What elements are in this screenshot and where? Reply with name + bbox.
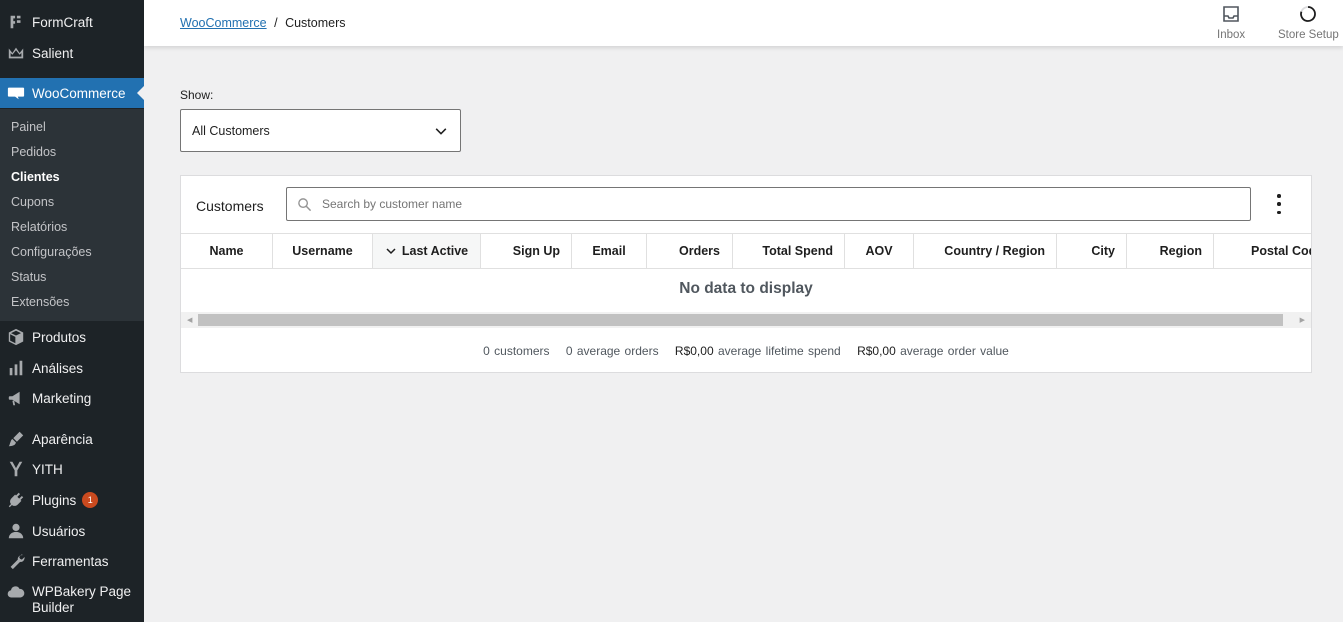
summary-order-value-label: average order value xyxy=(900,344,1009,358)
sort-descending-icon xyxy=(386,248,396,255)
breadcrumb-woocommerce-link[interactable]: WooCommerce xyxy=(180,16,267,30)
products-box-icon xyxy=(7,328,25,346)
table-header-row: Name Username Last Active Sign Up Email … xyxy=(181,233,1311,269)
formcraft-icon xyxy=(7,13,25,31)
column-header-sign-up[interactable]: Sign Up xyxy=(481,234,572,268)
submenu-item-cupons[interactable]: Cupons xyxy=(11,195,54,209)
search-icon xyxy=(298,197,312,211)
wrench-icon xyxy=(7,552,25,570)
scroll-right-arrow-icon[interactable]: ▶ xyxy=(1300,316,1305,324)
column-header-country-region[interactable]: Country / Region xyxy=(914,234,1057,268)
megaphone-icon xyxy=(7,389,25,407)
submenu-item-relatorios[interactable]: Relatórios xyxy=(11,220,67,234)
admin-sidebar: FormCraft Salient WooCommerce Painel Ped… xyxy=(0,0,144,622)
summary-lifetime-label: average lifetime spend xyxy=(717,344,841,358)
sidebar-item-analises[interactable]: Análises xyxy=(0,354,144,382)
customers-table-card: Customers Name Username Last Active Sign… xyxy=(180,175,1312,373)
submenu-item-painel[interactable]: Painel xyxy=(11,120,46,134)
progress-ring-icon xyxy=(1300,6,1317,22)
yith-icon xyxy=(7,460,25,478)
column-header-last-active[interactable]: Last Active xyxy=(373,234,481,268)
column-header-postal-code[interactable]: Postal Code xyxy=(1214,234,1311,268)
sidebar-item-produtos[interactable]: Produtos xyxy=(0,323,144,351)
show-filter-label: Show: xyxy=(180,88,214,102)
bar-chart-icon xyxy=(7,359,25,377)
sidebar-item-usuarios[interactable]: Usuários xyxy=(0,517,144,545)
submenu-item-clientes[interactable]: Clientes xyxy=(11,170,60,184)
sidebar-item-wpbakery[interactable]: WPBakery Page Builder xyxy=(0,584,144,620)
sidebar-item-ferramentas[interactable]: Ferramentas xyxy=(0,547,144,575)
table-options-kebab-icon[interactable] xyxy=(1273,194,1285,214)
summary-lifetime-value: R$0,00 xyxy=(674,344,714,358)
submenu-item-configuracoes[interactable]: Configurações xyxy=(11,245,92,259)
sidebar-item-aparencia[interactable]: Aparência xyxy=(0,425,144,453)
column-header-email[interactable]: Email xyxy=(572,234,647,268)
column-header-city[interactable]: City xyxy=(1057,234,1127,268)
submenu-item-status[interactable]: Status xyxy=(11,270,46,284)
horizontal-scrollbar[interactable]: ◀ ▶ xyxy=(181,312,1311,328)
column-header-name[interactable]: Name xyxy=(181,234,273,268)
chevron-down-icon xyxy=(435,127,447,135)
inbox-button[interactable]: Inbox xyxy=(1217,4,1245,41)
sidebar-item-formcraft[interactable]: FormCraft xyxy=(0,8,144,36)
store-setup-button[interactable]: Store Setup xyxy=(1278,4,1339,41)
summary-lifetime-spend: R$0,00 average lifetime spend xyxy=(675,344,841,358)
store-setup-label: Store Setup xyxy=(1278,29,1339,41)
customer-search-box[interactable] xyxy=(286,187,1251,221)
breadcrumb: WooCommerce / Customers xyxy=(180,16,346,30)
search-input[interactable] xyxy=(320,196,1224,212)
breadcrumb-current: Customers xyxy=(285,16,346,30)
summary-order-value: R$0,00 average order value xyxy=(857,344,1009,358)
table-summary: 0 customers 0 average orders R$0,00 aver… xyxy=(181,344,1311,358)
sidebar-item-woocommerce[interactable]: WooCommerce xyxy=(0,78,144,108)
column-header-region[interactable]: Region xyxy=(1127,234,1214,268)
customer-filter-select[interactable]: All Customers xyxy=(180,109,461,152)
column-header-aov[interactable]: AOV xyxy=(845,234,914,268)
sidebar-item-yith[interactable]: YITH xyxy=(0,455,144,483)
woo-icon xyxy=(7,84,25,102)
submenu-item-extensoes[interactable]: Extensões xyxy=(11,295,69,309)
empty-state-message: No data to display xyxy=(679,280,813,297)
summary-customers: 0 customers xyxy=(483,344,550,358)
sidebar-item-plugins[interactable]: Plugins 1 xyxy=(0,486,144,514)
woocommerce-submenu: Painel Pedidos Clientes Cupons Relatório… xyxy=(0,109,144,321)
breadcrumb-separator: / xyxy=(274,16,278,30)
salient-crown-icon xyxy=(7,44,25,62)
summary-average-orders: 0 average orders xyxy=(565,344,659,358)
sidebar-item-salient[interactable]: Salient xyxy=(0,39,144,67)
table-title: Customers xyxy=(196,198,264,214)
scrollbar-thumb[interactable] xyxy=(198,314,1283,326)
page-header: WooCommerce / Customers Inbox Store Setu… xyxy=(144,0,1343,46)
inbox-label: Inbox xyxy=(1217,29,1246,41)
summary-order-value-amount: R$0,00 xyxy=(857,344,896,358)
submenu-item-pedidos[interactable]: Pedidos xyxy=(11,145,56,159)
column-header-orders[interactable]: Orders xyxy=(647,234,733,268)
user-icon xyxy=(7,522,25,540)
column-header-total-spend[interactable]: Total Spend xyxy=(733,234,845,268)
wpbakery-cloud-icon xyxy=(7,584,25,602)
customer-filter-value: All Customers xyxy=(192,123,270,138)
plugins-update-badge: 1 xyxy=(82,492,99,508)
column-header-username[interactable]: Username xyxy=(273,234,373,268)
paintbrush-icon xyxy=(7,430,25,448)
inbox-icon xyxy=(1223,6,1239,22)
sidebar-item-marketing[interactable]: Marketing xyxy=(0,384,144,412)
plug-icon xyxy=(7,491,25,509)
scroll-left-arrow-icon[interactable]: ◀ xyxy=(187,316,192,324)
